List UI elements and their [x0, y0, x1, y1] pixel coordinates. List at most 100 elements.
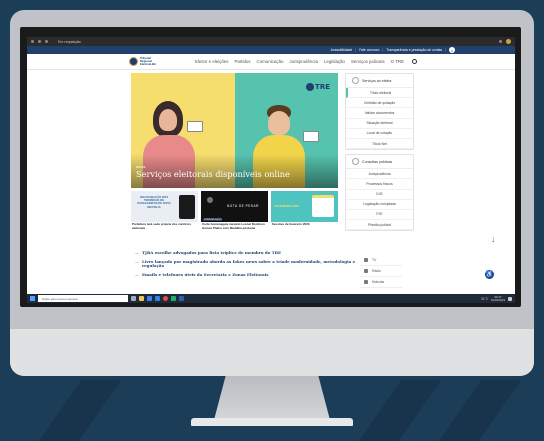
- excel-icon[interactable]: [171, 296, 176, 301]
- card-thumb-text: FEVEREIRO 2023: [274, 204, 299, 208]
- nav-item-legislation[interactable]: Legislação: [324, 59, 345, 64]
- site-logo[interactable]: Tribunal Regional Eleitoral-BA: [129, 57, 162, 66]
- person-icon: [352, 77, 359, 84]
- list-item[interactable]: — Emails e telefones úteis da Secretaria …: [135, 271, 360, 278]
- card-thumb-text: INAUGURAÇÃO DOS TERMINAIS DE PASSAGEIROS…: [137, 195, 171, 209]
- monitor-base: [191, 418, 353, 426]
- tre-logo: TRE: [306, 83, 330, 91]
- news-title: Livro lançado por magistrado aborda as f…: [142, 258, 356, 269]
- word-icon[interactable]: [179, 296, 184, 301]
- media-item-radio[interactable]: Rádio: [360, 266, 402, 277]
- clock[interactable]: 09:17 01/02/2023: [491, 295, 505, 302]
- card-thumbnail: FEVEREIRO 2023: [271, 191, 338, 222]
- temperature-label[interactable]: 31°C: [481, 297, 488, 301]
- card-title[interactable]: Sessões de fevereiro 2023: [271, 222, 338, 227]
- dash-icon: —: [135, 250, 139, 255]
- sidebar-item-validate[interactable]: Validar documentos: [346, 108, 413, 119]
- sidebar-item-jurisprudence[interactable]: Jurisprudência: [346, 169, 413, 180]
- list-item[interactable]: — Livro lançado por magistrado aborda as …: [135, 258, 360, 269]
- news-cards: INAUGURAÇÃO DOS TERMINAIS DE PASSAGEIROS…: [131, 191, 338, 238]
- news-card[interactable]: INAUGURAÇÃO DOS TERMINAIS DE PASSAGEIROS…: [131, 191, 198, 238]
- sidebar-item-dje[interactable]: DJE: [346, 190, 413, 200]
- tab-title[interactable]: Em requisição: [58, 40, 81, 44]
- windows-start-icon[interactable]: [30, 296, 35, 301]
- sidebar-item-titulo-net[interactable]: Título Net: [346, 139, 413, 150]
- card-thumbnail: NOTA DE PESAR COMUNICAÇÃO: [201, 191, 268, 222]
- panel-title: Consultas públicas: [362, 159, 393, 164]
- profile-avatar[interactable]: [506, 39, 511, 44]
- nav-item-elections[interactable]: Eleitor e eleições: [195, 59, 228, 64]
- system-tray: 31°C 09:17 01/02/2023: [481, 295, 512, 302]
- transparency-link[interactable]: Transparência e prestação de contas: [386, 48, 442, 52]
- mail-icon[interactable]: [155, 296, 160, 301]
- accessibility-icon[interactable]: ♿: [485, 270, 494, 279]
- panel-title: Serviços ao eleitor: [362, 78, 392, 83]
- sidebar-item-clearance[interactable]: Certidão de quitação: [346, 98, 413, 109]
- dash-icon: —: [135, 271, 139, 277]
- back-icon[interactable]: [31, 40, 34, 43]
- media-item-tv[interactable]: TV: [360, 255, 402, 266]
- news-card[interactable]: NOTA DE PESAR COMUNICAÇÃO Corte homenage…: [201, 191, 268, 238]
- hero-headline[interactable]: Serviços eleitorais disponíveis online: [136, 169, 290, 179]
- notification-icon[interactable]: [508, 296, 512, 301]
- nav-item-judicial-services[interactable]: Serviços judiciais: [351, 59, 385, 64]
- chrome-icon[interactable]: [163, 296, 168, 301]
- sidebar-item-polling-place[interactable]: Local de votação: [346, 129, 413, 139]
- media-label: Notícias: [372, 280, 385, 284]
- sidebar-item-voter-id[interactable]: Título eleitoral: [346, 88, 413, 99]
- top-utility-bar: Acessibilidade | Fale conosco | Transpar…: [27, 46, 515, 54]
- newspaper-icon: [364, 280, 368, 284]
- background-stripe: [38, 380, 122, 441]
- store-icon[interactable]: [147, 296, 152, 301]
- news-list: — TJBA escolhe advogados para lista trípl…: [135, 250, 360, 281]
- accessibility-link[interactable]: Acessibilidade: [331, 48, 353, 52]
- sidebar-item-status[interactable]: Situação eleitoral: [346, 119, 413, 129]
- news-card[interactable]: FEVEREIRO 2023 Sessões de fevereiro 2023: [271, 191, 338, 238]
- sidebar-item-physical-processes[interactable]: Processos físicos: [346, 179, 413, 190]
- card-thumb-text: NOTA DE PESAR: [227, 204, 259, 208]
- browser-screen: Em requisição Acessibilidade | Fale cono…: [27, 37, 515, 303]
- taskbar-search-input[interactable]: Digite aqui para pesquisar: [38, 295, 128, 302]
- extensions-icon[interactable]: [499, 40, 502, 43]
- card-thumb-graphic: [179, 195, 195, 219]
- news-title: Emails e telefones úteis da Secretaria e…: [142, 271, 269, 277]
- arrow-down-icon[interactable]: ↓: [491, 234, 496, 244]
- separator: |: [445, 48, 446, 52]
- media-item-news[interactable]: Notícias: [360, 277, 402, 288]
- card-title[interactable]: Corte homenageia mesário Leonel Ronilson…: [201, 222, 268, 230]
- nav-item-communication[interactable]: Comunicação: [257, 59, 284, 64]
- voter-services-panel: Serviços ao eleitor Título eleitoral Cer…: [345, 73, 414, 151]
- hero-banner[interactable]: TRE BRASIL Serviços eleitorais disponíve…: [131, 73, 338, 188]
- dash-icon: —: [135, 258, 139, 264]
- woman-face: [159, 109, 177, 131]
- id-card-icon: [303, 131, 319, 142]
- globe-icon: [306, 83, 315, 91]
- public-queries-panel: Consultas públicas Jurisprudência Proces…: [345, 154, 414, 232]
- nav-item-parties[interactable]: Partidos: [234, 59, 250, 64]
- main-navbar: Tribunal Regional Eleitoral-BA Eleitor e…: [27, 54, 515, 70]
- radio-icon: [364, 269, 368, 273]
- sidebar-item-legislation[interactable]: Legislação compilada: [346, 200, 413, 210]
- media-label: TV: [372, 258, 377, 262]
- monitor-stand: [214, 376, 330, 420]
- id-card-icon: [187, 121, 203, 132]
- nav-item-jurisprudence[interactable]: Jurisprudência: [289, 59, 318, 64]
- sidebar-item-judicial-duty[interactable]: Plantão judicial: [346, 220, 413, 231]
- task-view-icon[interactable]: [131, 296, 136, 301]
- info-icon[interactable]: i: [449, 47, 455, 53]
- card-title[interactable]: Prefeitura terá sede própria dos cartóri…: [131, 222, 198, 230]
- man-face: [268, 111, 290, 135]
- contact-link[interactable]: Fale conosco: [359, 48, 379, 52]
- list-item[interactable]: — TJBA escolhe advogados para lista trípl…: [135, 250, 360, 256]
- forward-icon[interactable]: [38, 40, 41, 43]
- windows-taskbar: Digite aqui para pesquisar 31°C 09:17 01…: [27, 294, 515, 303]
- news-title: TJBA escolhe advogados para lista trípli…: [142, 250, 282, 255]
- reload-icon[interactable]: [45, 40, 48, 43]
- panel-header: Serviços ao eleitor: [346, 74, 413, 88]
- card-tag: COMUNICAÇÃO: [203, 219, 223, 221]
- nav-item-tre[interactable]: O TRE: [391, 59, 404, 64]
- coat-of-arms-icon: [129, 57, 138, 66]
- search-icon[interactable]: [412, 59, 417, 64]
- sidebar-item-pje[interactable]: PJE: [346, 210, 413, 221]
- explorer-icon[interactable]: [139, 296, 144, 301]
